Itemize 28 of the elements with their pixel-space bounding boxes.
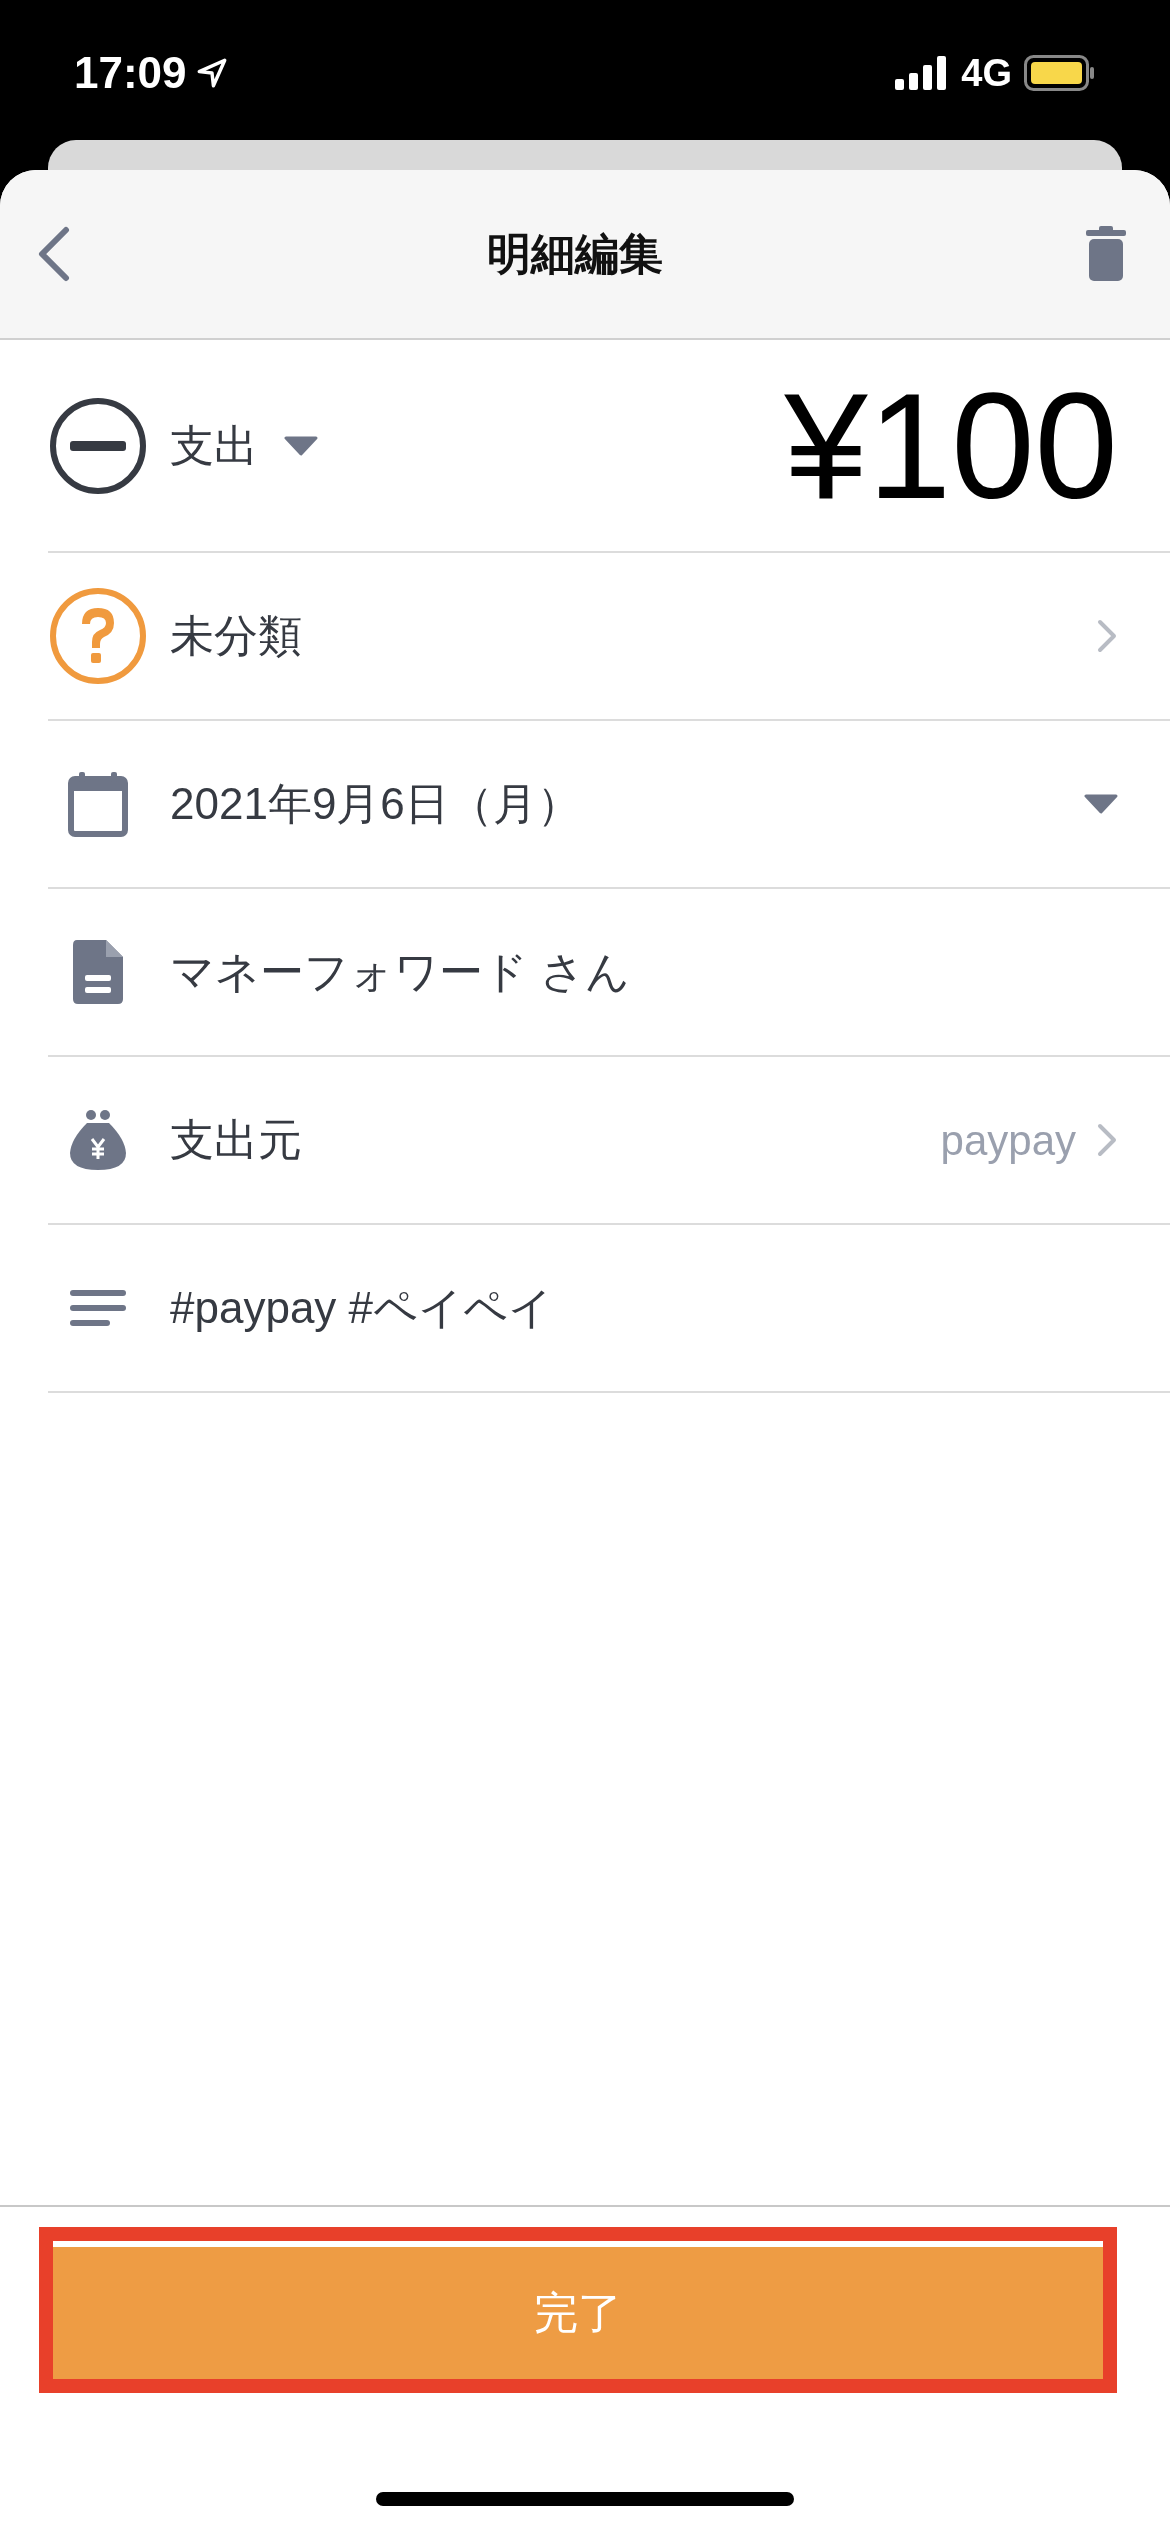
date-row[interactable]: 2021年9月6日（月） (48, 721, 1170, 889)
type-dropdown[interactable]: 支出 (170, 412, 318, 479)
source-row[interactable]: 支出元 paypay (48, 1057, 1170, 1225)
memo-field[interactable]: #paypay #ペイペイ (48, 1225, 1170, 1393)
amount-value: ¥100 (784, 370, 1118, 521)
screen-title: 明細編集 (487, 228, 663, 280)
chevron-right-icon (1096, 618, 1118, 654)
dropdown-icon (284, 435, 318, 456)
row-label: マネーフォワード さん (170, 946, 632, 998)
row-label: #paypay #ペイペイ (170, 1282, 555, 1334)
dropdown-icon (1084, 794, 1118, 814)
row-label: 支出元 (170, 1114, 303, 1166)
purse-icon (69, 1109, 127, 1171)
status-time: 17:09 (74, 47, 187, 99)
lines-icon (69, 1288, 127, 1328)
chevron-right-icon (1096, 1122, 1118, 1158)
row-label: 未分類 (170, 610, 303, 662)
network-label: 4G (961, 50, 1012, 96)
trash-icon (1084, 224, 1128, 284)
battery-icon (1024, 55, 1096, 91)
document-icon (72, 939, 124, 1005)
row-label: 2021年9月6日（月） (170, 778, 582, 830)
category-row[interactable]: 未分類 (48, 553, 1170, 721)
minus-circle-icon (48, 395, 148, 496)
source-value: paypay (940, 1115, 1076, 1166)
payee-field[interactable]: マネーフォワード さん (48, 889, 1170, 1057)
calendar-icon (68, 771, 128, 837)
question-circle-icon (48, 586, 148, 686)
